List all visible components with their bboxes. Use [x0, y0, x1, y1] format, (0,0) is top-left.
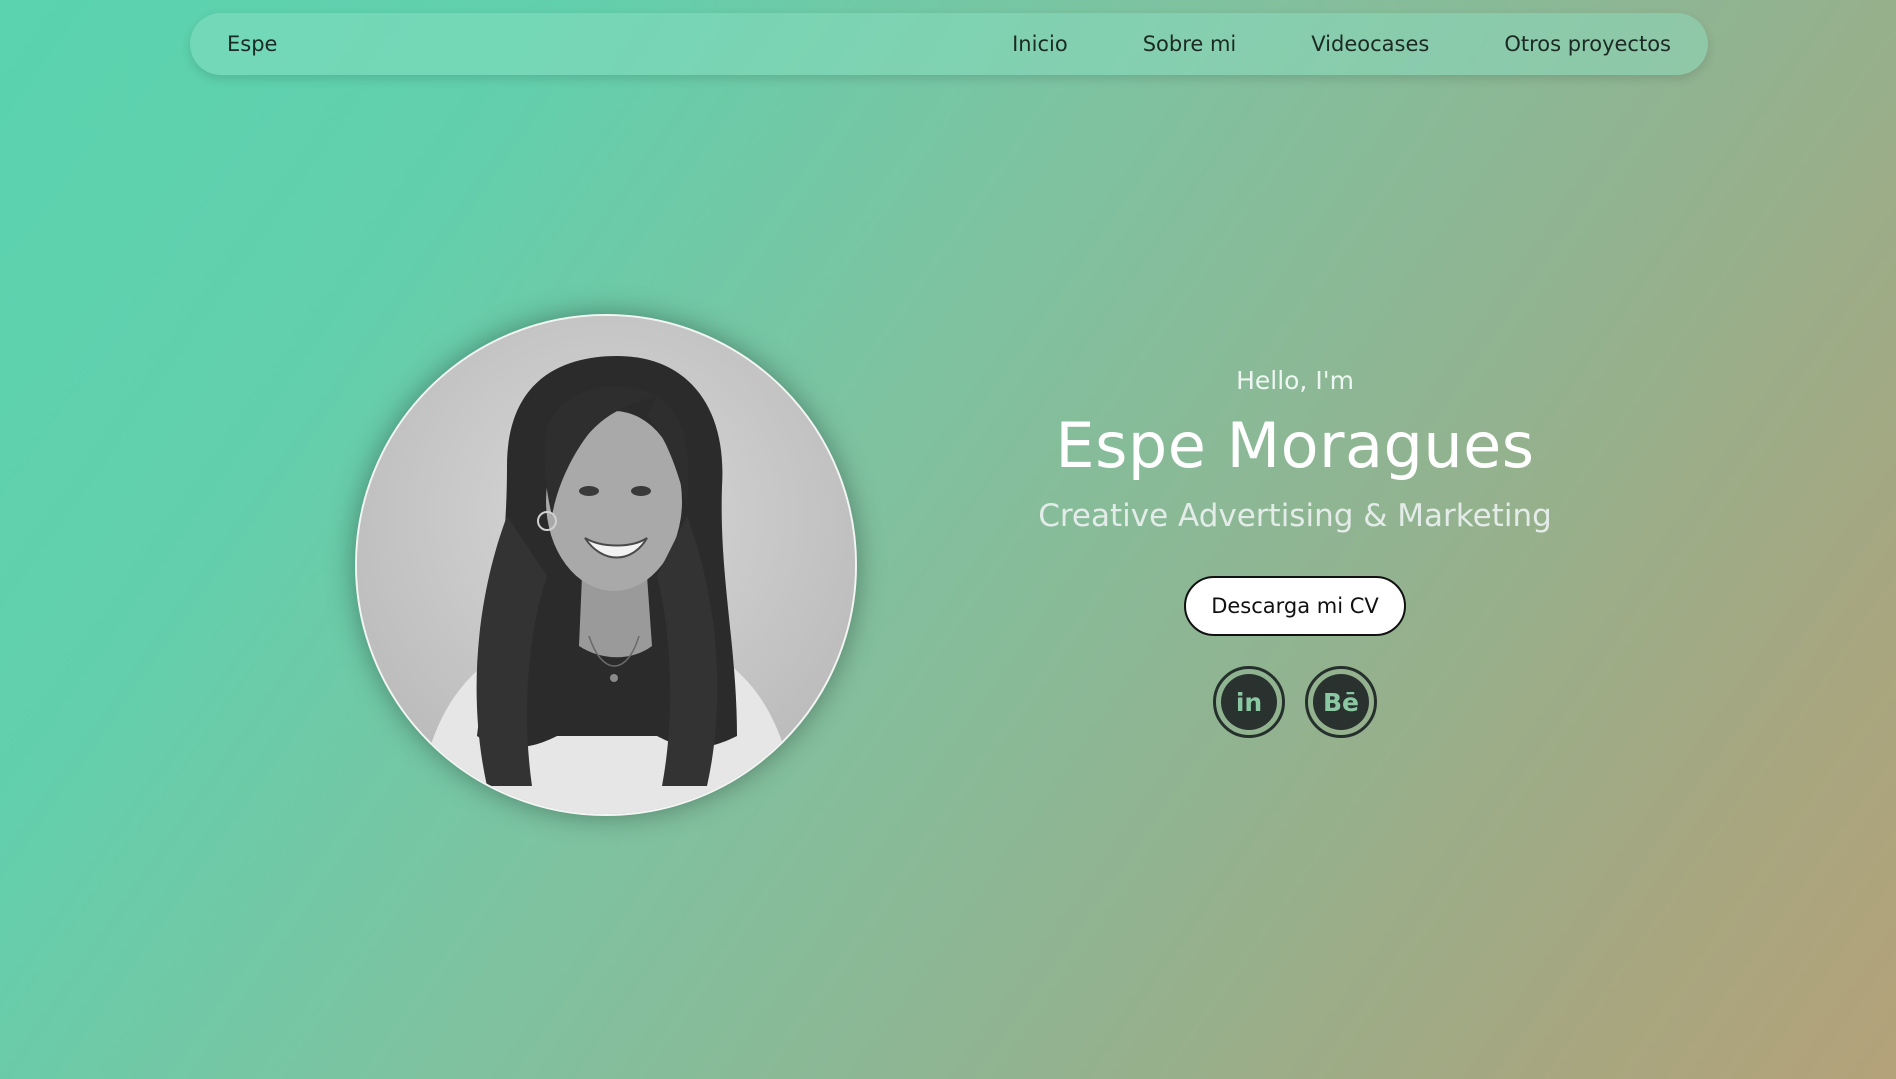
- profile-photo: [355, 314, 857, 816]
- hero-name: Espe Moragues: [1055, 409, 1535, 482]
- brand-logo[interactable]: Espe: [227, 13, 277, 75]
- nav-link-inicio[interactable]: Inicio: [1012, 32, 1068, 56]
- hero-section: Hello, I'm Espe Moragues Creative Advert…: [1000, 360, 1590, 738]
- behance-icon: Bē: [1313, 674, 1369, 730]
- linkedin-link[interactable]: in: [1213, 666, 1285, 738]
- greeting-text: Hello, I'm: [1236, 366, 1354, 395]
- behance-link[interactable]: Bē: [1305, 666, 1377, 738]
- nav-link-videocases[interactable]: Videocases: [1311, 32, 1429, 56]
- linkedin-icon: in: [1221, 674, 1277, 730]
- nav-links: Inicio Sobre mi Videocases Otros proyect…: [1012, 13, 1671, 75]
- social-links: in Bē: [1000, 666, 1590, 738]
- nav-link-sobre-mi[interactable]: Sobre mi: [1143, 32, 1237, 56]
- hero-role: Creative Advertising & Marketing: [1038, 498, 1552, 534]
- download-cv-button[interactable]: Descarga mi CV: [1184, 576, 1406, 636]
- nav-link-otros-proyectos[interactable]: Otros proyectos: [1504, 32, 1671, 56]
- portrait-illustration: [357, 316, 855, 814]
- top-navbar: Espe Inicio Sobre mi Videocases Otros pr…: [190, 13, 1708, 75]
